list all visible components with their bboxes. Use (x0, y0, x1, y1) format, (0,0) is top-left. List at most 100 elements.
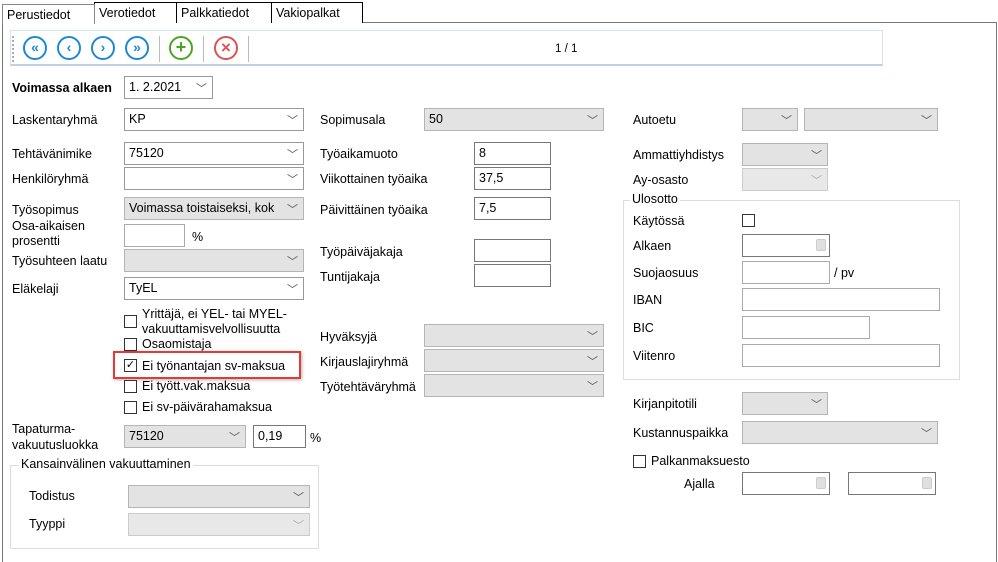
ei-tyott-vak-maksua-checkbox[interactable] (124, 380, 137, 393)
kirjauslajiryhma-label: Kirjauslajiryhmä (320, 355, 409, 369)
henkiloryhma-label: Henkilöryhmä (12, 172, 89, 186)
chevron-down-icon: ﹀ (921, 428, 932, 440)
chevron-down-icon: ﹀ (287, 284, 298, 296)
tab-palkkatiedot[interactable]: Palkkatiedot (176, 2, 272, 23)
elakelaji-value: TyEL (129, 281, 158, 295)
autoetu-select-2[interactable]: ﹀ (804, 108, 938, 131)
ajalla-label: Ajalla (684, 477, 715, 491)
tyoaikamuoto-label: Työaikamuoto (320, 147, 398, 161)
viikottainen-tyoaika-input[interactable]: 37,5 (474, 167, 551, 190)
toolbar-separator (248, 36, 249, 62)
tyotehtavaryhma-select[interactable]: ﹀ (424, 374, 604, 397)
add-record-icon[interactable]: + (169, 36, 193, 60)
ajalla-start-input[interactable] (742, 472, 830, 495)
paivittainen-tyoaika-input[interactable]: 7,5 (474, 197, 551, 220)
tab-perustiedot[interactable]: Perustiedot (2, 4, 95, 24)
delete-record-icon[interactable]: × (214, 36, 238, 60)
palkanmaksuesto-checkbox[interactable] (633, 455, 646, 468)
chevron-down-icon: ﹀ (287, 174, 298, 186)
previous-record-icon[interactable]: ‹ (57, 36, 81, 60)
percent-unit: % (192, 230, 204, 244)
tapaturma-label-1: Tapaturma- (12, 422, 76, 436)
autoetu-label: Autoetu (633, 113, 677, 127)
last-record-icon[interactable]: » (125, 36, 149, 60)
ajalla-end-input[interactable] (848, 472, 936, 495)
alkaen-date-input[interactable] (742, 234, 830, 257)
ay-osasto-label: Ay-osasto (633, 173, 689, 187)
chevron-down-icon: ﹀ (811, 175, 822, 187)
ei-sv-paivarahamaksua-checkbox[interactable] (124, 401, 137, 414)
osaomistaja-checkbox[interactable] (124, 338, 137, 351)
osa-aika-prosentti-input[interactable] (124, 224, 185, 247)
percent-unit: % (310, 431, 322, 445)
tyoaikamuoto-input[interactable]: 8 (474, 142, 551, 165)
iban-label: IBAN (633, 293, 663, 307)
kaytossa-checkbox[interactable] (742, 214, 755, 227)
yrittaja-label-2: vakuuttamisvelvollisuutta (142, 322, 281, 336)
hyvaksyja-select[interactable]: ﹀ (424, 324, 604, 347)
first-record-icon[interactable]: « (23, 36, 47, 60)
tyosuhteen-laatu-label: Työsuhteen laatu (12, 254, 108, 268)
next-record-icon[interactable]: › (91, 36, 115, 60)
chevron-down-icon: ﹀ (811, 150, 822, 162)
ammattiyhdistys-select[interactable]: ﹀ (742, 143, 828, 166)
per-day-unit: / pv (834, 266, 855, 280)
osaomistaja-label: Osaomistaja (142, 337, 212, 351)
chevron-down-icon: ﹀ (287, 204, 298, 216)
kirjanpitotili-select[interactable]: ﹀ (742, 392, 828, 415)
chevron-down-icon: ﹀ (587, 115, 598, 127)
kustannuspaikka-select[interactable]: ﹀ (742, 421, 938, 444)
elakelaji-select[interactable]: TyEL ﹀ (124, 277, 304, 300)
todistus-select[interactable]: ﹀ (128, 485, 310, 508)
autoetu-select-1[interactable]: ﹀ (742, 108, 798, 131)
palkanmaksuesto-label: Palkanmaksuesto (651, 454, 750, 468)
yrittaja-label-1: Yrittäjä, ei YEL- tai MYEL- (142, 307, 287, 321)
tehtavanimike-select[interactable]: 75120 ﹀ (124, 142, 304, 165)
kirjauslajiryhma-select[interactable]: ﹀ (424, 349, 604, 372)
calendar-icon[interactable] (816, 477, 826, 489)
sopimusala-label: Sopimusala (320, 113, 386, 127)
voimassa-date-select[interactable]: 1. 2.2021 ﹀ (124, 76, 213, 99)
tapaturma-select[interactable]: 75120 ﹀ (124, 425, 246, 448)
tehtavanimike-value: 75120 (129, 146, 164, 160)
sopimusala-value: 50 (429, 112, 443, 126)
chevron-down-icon: ﹀ (811, 399, 822, 411)
chevron-down-icon: ﹀ (196, 83, 207, 95)
tyyppi-select: ﹀ (128, 513, 310, 536)
kansainvalinen-legend: Kansainvälinen vakuuttaminen (19, 457, 193, 471)
tyosopimus-select[interactable]: Voimassa toistaiseksi, kok ﹀ (124, 197, 304, 220)
osa-aikaisen-label: Osa-aikaisen (12, 219, 85, 233)
ay-osasto-select: ﹀ (742, 168, 828, 191)
viitenro-input[interactable] (742, 344, 940, 367)
iban-input[interactable] (742, 288, 940, 311)
tab-vakiopalkat[interactable]: Vakiopalkat (271, 2, 363, 23)
henkiloryhma-select[interactable]: ﹀ (124, 167, 304, 190)
kaytossa-label: Käytössä (633, 214, 685, 228)
tyyppi-label: Tyyppi (29, 517, 66, 531)
tyosuhteen-laatu-select[interactable]: ﹀ (124, 249, 304, 272)
toolbar-grip[interactable] (12, 36, 14, 62)
calendar-icon[interactable] (816, 239, 826, 251)
ei-sv-paivarahamaksua-label: Ei sv-päivärahamaksua (142, 400, 272, 414)
tab-verotiedot[interactable]: Verotiedot (94, 2, 177, 23)
laskentaryhma-select[interactable]: KP ﹀ (124, 108, 304, 131)
sopimusala-select[interactable]: 50 ﹀ (424, 108, 604, 131)
tyopaivajakaja-input[interactable] (474, 239, 551, 262)
suojaosuus-input[interactable] (742, 261, 830, 284)
tyotehtavaryhma-label: Työtehtäväryhmä (320, 380, 416, 394)
bic-input[interactable] (742, 316, 870, 339)
tuntijakaja-input[interactable] (474, 264, 551, 287)
chevron-down-icon: ﹀ (587, 356, 598, 368)
kustannuspaikka-label: Kustannuspaikka (633, 426, 729, 440)
elakelaji-label: Eläkelaji (12, 282, 59, 296)
yrittaja-checkbox[interactable] (124, 315, 137, 328)
voimassa-label: Voimassa alkaen (12, 81, 112, 95)
tapaturma-percent-input[interactable]: 0,19 (253, 425, 306, 448)
toolbar-separator (203, 36, 204, 62)
tuntijakaja-label: Tuntijakaja (320, 270, 380, 284)
chevron-down-icon: ﹀ (587, 381, 598, 393)
viitenro-label: Viitenro (633, 349, 676, 363)
viikottainen-label: Viikottainen työaika (320, 172, 428, 186)
calendar-icon[interactable] (922, 477, 932, 489)
tyopaivajakaja-label: Työpäiväjakaja (320, 245, 403, 259)
